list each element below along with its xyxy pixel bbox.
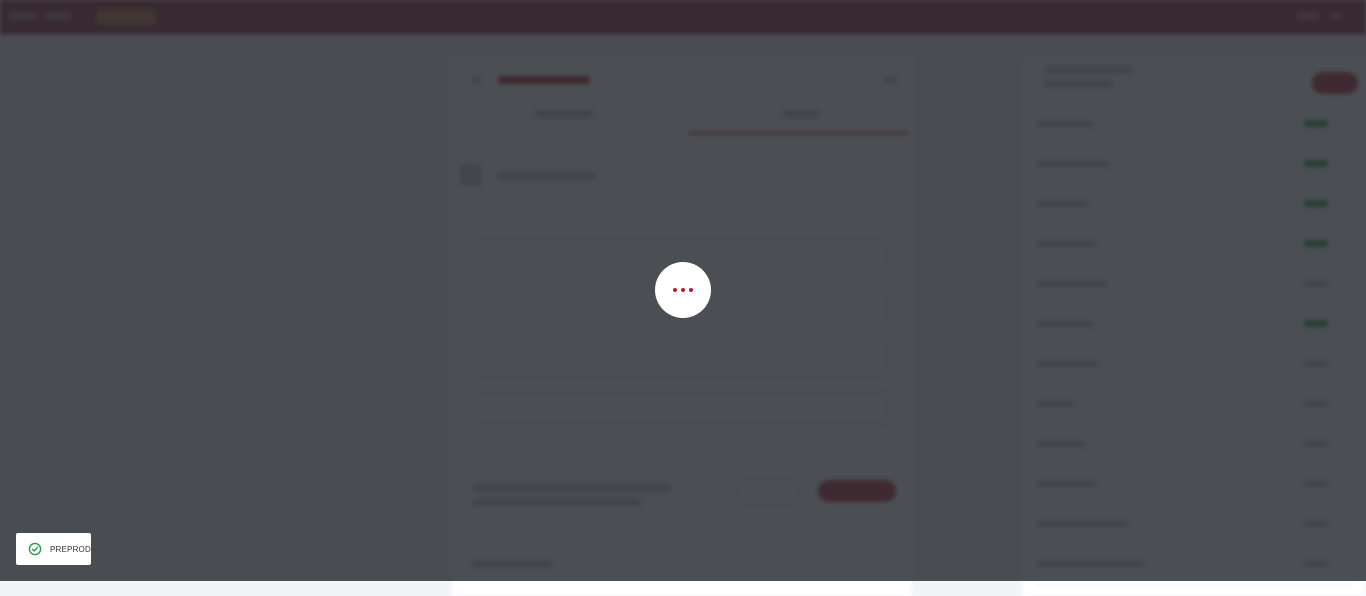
environment-label: PREPROD: [50, 544, 91, 554]
check-circle-icon: [28, 542, 42, 556]
loader-dot: [689, 288, 693, 292]
loading-spinner: [655, 262, 711, 318]
loader-dot: [681, 288, 685, 292]
environment-badge: PREPROD: [16, 533, 91, 565]
more-horizontal-icon: [673, 288, 677, 292]
